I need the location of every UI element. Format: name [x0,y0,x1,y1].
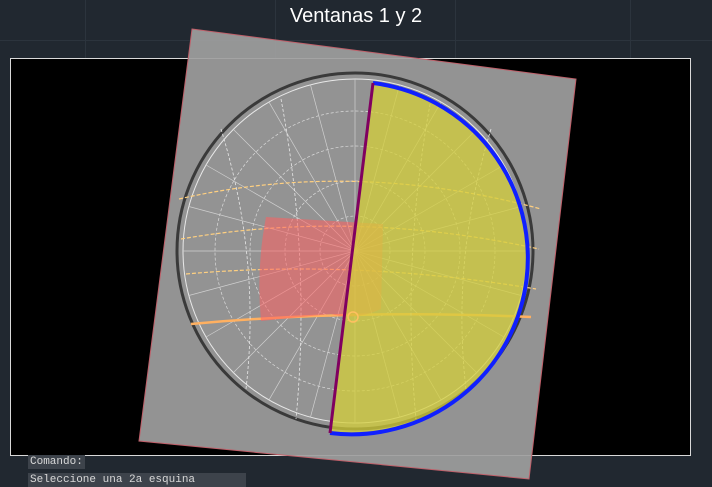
command-line-input[interactable]: Seleccione una 2a esquina [28,473,246,487]
canvas-grid-line [0,40,712,41]
command-prompt-label: Comando: [28,455,85,469]
drawing-viewport[interactable] [10,28,691,480]
layout-title: Ventanas 1 y 2 [289,5,423,27]
sun-path-drawing[interactable] [11,28,692,480]
